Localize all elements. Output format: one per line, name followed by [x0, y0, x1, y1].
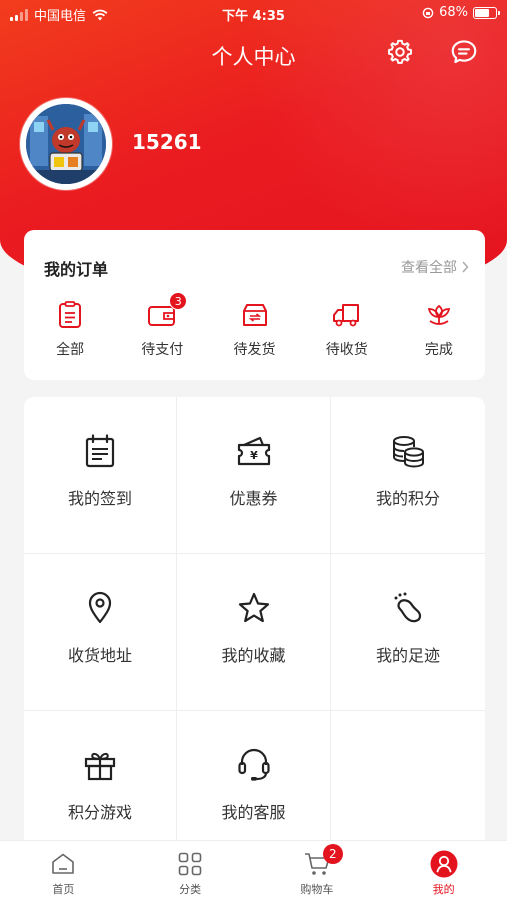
address-button[interactable]: 收货地址: [24, 554, 177, 711]
chevron-right-icon: [462, 261, 469, 273]
feature-grid: 我的签到 ¥ 优惠券 我的积分 收货地址 我的收藏 我的足迹 积分游戏 我的客服: [24, 397, 485, 867]
order-card: 我的订单 查看全部 全部 3 待支付 待发货 待收货 完成: [24, 230, 485, 380]
cart-badge: 2: [322, 844, 343, 864]
pending-payment-badge: 3: [169, 292, 188, 310]
tab-mine[interactable]: 我的: [380, 841, 507, 900]
tab-home[interactable]: 首页: [0, 841, 127, 900]
feature-grid-card: 我的签到 ¥ 优惠券 我的积分 收货地址 我的收藏 我的足迹 积分游戏 我的客服: [24, 397, 485, 867]
battery-icon: [473, 6, 500, 19]
title-bar: 个人中心: [0, 36, 507, 72]
coupon-icon: ¥: [237, 436, 270, 466]
feature-label: 我的客服: [221, 803, 286, 822]
feature-label: 积分游戏: [67, 803, 132, 822]
feature-label: 我的签到: [67, 489, 132, 508]
tab-label: 首页: [52, 883, 75, 896]
order-label: 完成: [424, 342, 453, 358]
chat-icon: [451, 40, 477, 64]
order-title: 我的订单: [44, 260, 109, 279]
order-label: 待收货: [325, 342, 368, 358]
avatar[interactable]: [20, 98, 112, 190]
svg-text:¥: ¥: [250, 449, 258, 462]
order-completed-button[interactable]: 完成: [393, 300, 485, 359]
gear-icon: [388, 39, 412, 64]
order-pending-receipt-button[interactable]: 待收货: [301, 300, 393, 359]
favorites-button[interactable]: 我的收藏: [177, 554, 331, 711]
order-all-button[interactable]: 全部: [24, 300, 116, 359]
footprint-button[interactable]: 我的足迹: [331, 554, 485, 711]
location-pin-icon: [88, 591, 112, 624]
message-button[interactable]: [448, 36, 480, 68]
order-label: 待支付: [141, 342, 184, 358]
truck-icon: [332, 304, 359, 327]
star-icon: [238, 592, 269, 623]
coins-icon: [393, 436, 424, 468]
battery-percent: 68%: [439, 5, 468, 20]
user-icon: [430, 850, 458, 878]
tab-label: 购物车: [300, 883, 334, 896]
feature-label: 我的足迹: [375, 646, 440, 665]
footprint-icon: [394, 592, 422, 623]
calendar-icon: [85, 434, 115, 468]
clipboard-icon: [59, 301, 82, 328]
tab-category[interactable]: 分类: [127, 841, 254, 900]
avatar-image: [26, 104, 106, 184]
settings-button[interactable]: [384, 36, 416, 68]
tab-label: 分类: [179, 883, 202, 896]
feature-label: 优惠券: [229, 489, 278, 508]
feature-label: 我的收藏: [221, 646, 286, 665]
page-title: 个人中心: [211, 45, 296, 69]
package-icon: [242, 304, 267, 326]
order-label: 全部: [56, 342, 85, 358]
gift-icon: [84, 752, 116, 781]
order-pending-shipment-button[interactable]: 待发货: [208, 300, 300, 359]
view-all-label: 查看全部: [401, 260, 457, 276]
order-label: 待发货: [233, 342, 276, 358]
grid-icon: [178, 852, 202, 876]
coupon-button[interactable]: ¥ 优惠券: [177, 397, 331, 554]
view-all-orders-link[interactable]: 查看全部: [401, 257, 469, 277]
feature-label: 我的积分: [375, 489, 440, 508]
feature-label: 收货地址: [67, 646, 132, 665]
flower-icon: [427, 304, 451, 325]
tab-label: 我的: [432, 883, 455, 896]
tab-cart[interactable]: 2 购物车: [254, 841, 381, 900]
bottom-tab-bar: 首页 分类 2 购物车 我的: [0, 840, 507, 900]
username[interactable]: 15261: [132, 130, 202, 154]
status-bar: 中国电信 下午 4:35 68%: [0, 0, 507, 26]
order-status-row: 全部 3 待支付 待发货 待收货 完成: [24, 292, 485, 359]
sign-in-button[interactable]: 我的签到: [24, 397, 177, 554]
home-icon: [52, 853, 75, 874]
orientation-lock-icon: [422, 7, 434, 18]
order-pending-payment-button[interactable]: 3 待支付: [116, 292, 208, 359]
headset-icon: [237, 748, 270, 781]
points-button[interactable]: 我的积分: [331, 397, 485, 554]
